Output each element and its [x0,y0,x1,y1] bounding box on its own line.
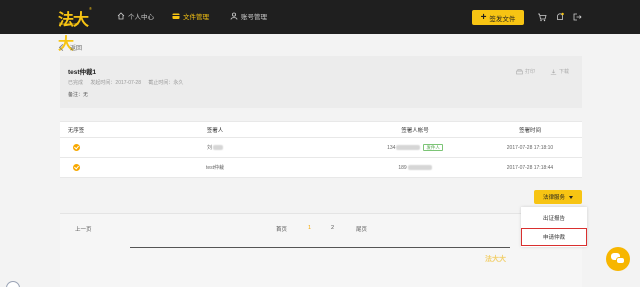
registered-mark: ® [89,6,92,11]
download-icon [550,69,557,75]
nav-item-personal-center[interactable]: 个人中心 [117,11,154,21]
signer-name-text: 刘 [206,145,212,151]
document-remark: 备注：无 [68,92,89,98]
last-page-button[interactable]: 尾页 [356,225,367,233]
sign-time: 2017-07-28 17:18:44 [506,164,554,171]
home-icon [117,12,125,20]
signer-name: 刘 [160,138,270,157]
document-meta: 已完成 发起时间：2017-07-28 截止时间：永久 [68,79,189,86]
send-file-button[interactable]: + 签发文件 [472,10,524,25]
nav-item-account-management[interactable]: 账号管理 [230,11,267,21]
document-status: 已完成 [68,80,84,86]
signer-account: 189 [355,158,475,177]
menu-item-apply-arbitration[interactable]: 申请仲裁 [521,228,587,246]
document-title: test仲裁1 [68,69,97,76]
top-navigation-bar: 法大大 ® Fadada.com 个人中心 文件管理 账号管理 + 签发文件 [0,0,640,53]
brand-logo[interactable]: 法大大 ® Fadada.com [58,6,96,53]
table-header-row: 无序签 签署人 签署人帐号 签署时间 [60,121,582,138]
back-link[interactable]: 返回 [58,43,83,52]
sign-time: 2017-07-28 17:18:10 [506,144,554,151]
plus-icon: + [480,11,487,23]
document-deadline: 截止时间：永久 [148,80,184,86]
column-header: 签署时间 [518,127,541,134]
download-label: 下载 [559,69,570,75]
bell-icon[interactable] [555,12,565,22]
document-info-card: test仲裁1 已完成 发起时间：2017-07-28 截止时间：永久 备注：无… [60,56,582,108]
page-1-button[interactable]: 1 [308,225,311,231]
column-header: 无序签 [67,127,85,134]
prev-page-button[interactable]: 上一页 [75,225,92,233]
sender-badge: 发件人 [423,144,443,151]
account-prefix: 189 [398,164,407,171]
nav-label: 文件管理 [183,14,209,21]
document-page-rule [130,247,510,248]
redacted-text [407,165,432,170]
nav-item-file-management[interactable]: 文件管理 [172,11,209,21]
column-header: 签署人帐号 [401,127,429,134]
account-prefix: 134 [387,144,396,151]
download-button[interactable]: 下载 [550,68,569,75]
signers-table: 无序签 签署人 签署人帐号 签署时间 刘 134 发件人 2017-07-28 … [60,121,582,178]
chat-bubble-shape [616,257,625,264]
signer-name: test仲裁 [205,165,225,171]
user-icon [230,12,238,20]
signer-account: 134 发件人 [355,138,475,157]
table-row: test仲裁 189 2017-07-28 17:18:44 [60,158,582,178]
nav-label: 个人中心 [128,14,154,21]
checkmark-icon [72,164,80,171]
back-label: 返回 [70,46,83,52]
legal-service-dropdown[interactable]: 法律服务 [534,190,582,204]
menu-item-certificate-report[interactable]: 出证报告 [521,209,587,227]
checkmark-icon [72,144,80,151]
watermark-logo: 法大大 [485,256,506,263]
page-2-button[interactable]: 2 [331,225,334,231]
first-page-button[interactable]: 首页 [276,225,287,233]
redacted-text [213,145,223,150]
cart-icon[interactable] [537,12,547,22]
checked-icon-cell [60,138,92,157]
legal-service-menu: 出证报告 申请仲裁 [521,207,587,247]
chat-bubble-icon[interactable] [606,247,630,271]
chevron-left-icon [58,43,67,52]
folder-icon [172,12,180,20]
print-label: 打印 [525,69,536,75]
printer-icon [516,68,523,75]
table-row: 刘 134 发件人 2017-07-28 17:18:10 [60,138,582,158]
logout-icon[interactable] [572,12,582,22]
document-viewer-panel: 上一页 首页 1 2 尾页 法大大 [60,213,582,287]
legal-service-label: 法律服务 [542,195,565,201]
caret-down-icon [569,195,573,199]
redacted-text [396,145,421,150]
corner-widget-icon[interactable] [6,281,20,287]
checked-icon-cell [60,158,92,177]
send-file-label: 签发文件 [489,15,516,23]
document-sent-time: 发起时间：2017-07-28 [90,80,141,86]
nav-label: 账号管理 [241,14,267,21]
print-button[interactable]: 打印 [516,68,535,75]
logo-tagline: Fadada.com [59,22,79,26]
column-header: 签署人 [206,127,224,134]
